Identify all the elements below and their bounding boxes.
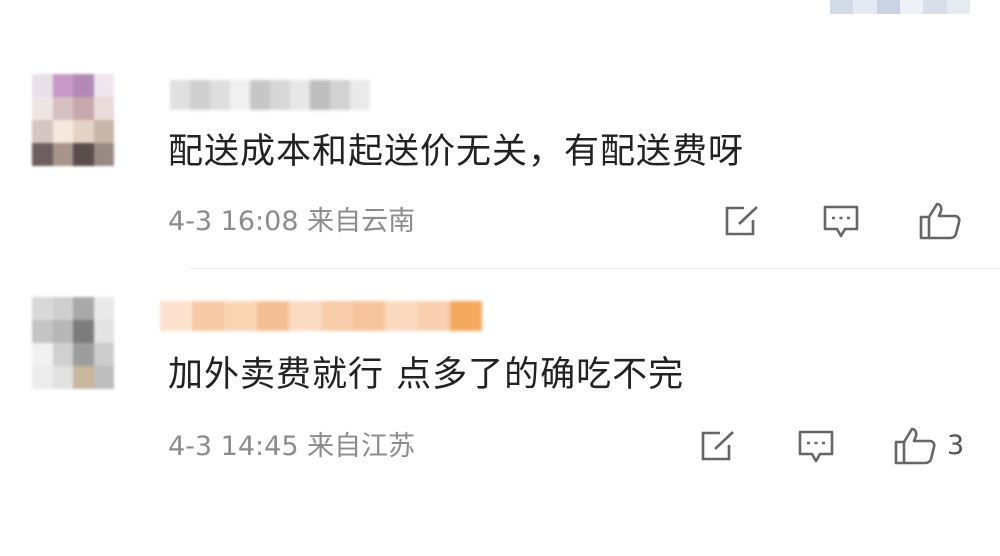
username-mosaic-tile <box>350 80 370 110</box>
comment-button[interactable] <box>822 204 860 240</box>
comment-location: 来自云南 <box>307 206 416 237</box>
username-mosaic-tile <box>288 301 322 331</box>
comment-location: 来自江苏 <box>307 431 416 462</box>
thumbs-up-icon <box>894 427 936 465</box>
username-mosaic-tile <box>190 80 210 110</box>
like-count: 3 <box>947 430 965 461</box>
username-mosaic-tile <box>385 301 418 331</box>
avatar-mosaic-tile <box>73 320 94 343</box>
avatar-mosaic-tile <box>93 97 114 120</box>
username-mosaic-tile <box>321 301 354 331</box>
share-icon <box>701 431 734 461</box>
comment-item: 加外卖费就行 点多了的确吃不完 4-3 14:45 来自江苏 3 <box>0 269 1000 556</box>
username-mosaic-tile <box>170 80 190 110</box>
avatar-mosaic-tile <box>93 366 114 389</box>
username-mosaic-tile <box>353 301 386 331</box>
avatar-mosaic-tile <box>32 120 53 143</box>
username-mosaic-tile <box>449 301 483 331</box>
username-mosaic-tile <box>290 80 310 110</box>
username-mosaic-tile <box>250 80 270 110</box>
avatar-mosaic-tile <box>32 343 53 366</box>
avatar-mosaic-tile <box>73 97 94 120</box>
like-button[interactable]: 3 <box>893 426 964 466</box>
avatar-mosaic-tile <box>32 297 53 320</box>
comment-button[interactable] <box>797 429 835 465</box>
comment-text: 加外卖费就行 点多了的确吃不完 <box>168 355 685 395</box>
username-mosaic-tile <box>270 80 290 110</box>
avatar-mosaic-tile <box>73 343 94 366</box>
share-button[interactable] <box>722 204 760 238</box>
avatar-mosaic-tile <box>52 74 73 97</box>
avatar-mosaic-tile <box>32 320 53 343</box>
comment-date: 4-3 14:45 <box>168 431 299 462</box>
username-mosaic-tile <box>192 301 225 331</box>
comment-icon <box>823 205 859 238</box>
avatar-mosaic-tile <box>93 143 114 166</box>
like-button[interactable] <box>918 201 972 241</box>
share-icon <box>725 206 758 236</box>
username-mosaic-tile <box>160 301 193 331</box>
username-mosaic-tile <box>256 301 289 331</box>
avatar-mosaic-tile <box>32 143 53 166</box>
username[interactable] <box>170 80 370 110</box>
avatar-mosaic-tile <box>32 97 53 120</box>
comment-date: 4-3 16:08 <box>168 206 299 237</box>
comment-meta: 4-3 14:45 来自江苏 <box>168 430 415 464</box>
avatar[interactable] <box>32 297 114 389</box>
comment-meta: 4-3 16:08 来自云南 <box>168 205 415 239</box>
thumbs-up-icon <box>919 202 961 240</box>
username-mosaic-tile <box>230 80 250 110</box>
username-mosaic-tile <box>417 301 450 331</box>
avatar-mosaic-tile <box>52 366 73 389</box>
avatar-mosaic-tile <box>93 120 114 143</box>
avatar-mosaic-tile <box>52 297 73 320</box>
avatar-mosaic-tile <box>73 74 94 97</box>
avatar-mosaic-tile <box>93 343 114 366</box>
username[interactable] <box>160 301 483 331</box>
username-mosaic-tile <box>330 80 350 110</box>
comment-item: 配送成本和起送价无关，有配送费呀 4-3 16:08 来自云南 <box>0 0 1000 268</box>
avatar-mosaic-tile <box>73 120 94 143</box>
comment-text: 配送成本和起送价无关，有配送费呀 <box>168 132 745 172</box>
avatar-mosaic-tile <box>52 120 73 143</box>
avatar-mosaic-tile <box>52 97 73 120</box>
avatar-mosaic-tile <box>32 74 53 97</box>
avatar-mosaic-tile <box>73 366 94 389</box>
comment-icon <box>798 430 834 463</box>
avatar[interactable] <box>32 74 114 166</box>
avatar-mosaic-tile <box>52 343 73 366</box>
avatar-mosaic-tile <box>52 320 73 343</box>
username-mosaic-tile <box>310 80 330 110</box>
avatar-mosaic-tile <box>93 320 114 343</box>
share-button[interactable] <box>698 429 736 463</box>
avatar-mosaic-tile <box>32 366 53 389</box>
avatar-mosaic-tile <box>93 74 114 97</box>
avatar-mosaic-tile <box>73 143 94 166</box>
avatar-mosaic-tile <box>93 297 114 320</box>
avatar-mosaic-tile <box>73 297 94 320</box>
avatar-mosaic-tile <box>52 143 73 166</box>
username-mosaic-tile <box>210 80 230 110</box>
username-mosaic-tile <box>224 301 257 331</box>
